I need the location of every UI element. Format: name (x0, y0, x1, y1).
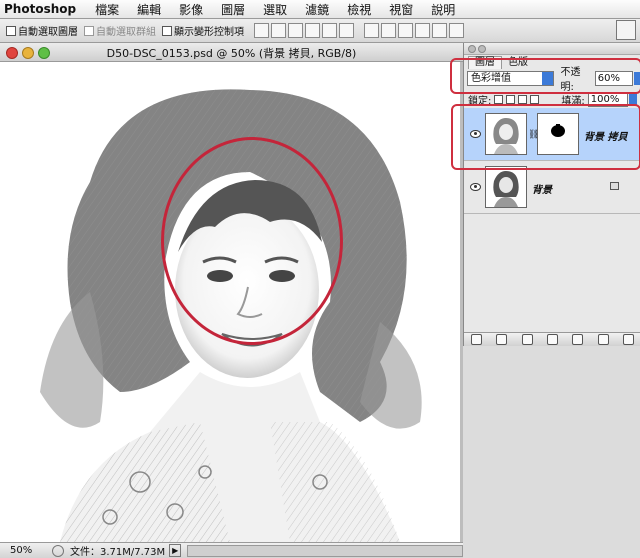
auto-select-group-checkbox[interactable]: 自動選取群組 (84, 23, 156, 38)
palette-well-icon[interactable] (616, 20, 636, 40)
align-left-icon[interactable] (305, 23, 320, 38)
options-bar: 自動選取圖層 自動選取群組 顯示變形控制項 (0, 19, 640, 43)
distribute-left-icon[interactable] (415, 23, 430, 38)
status-info-icon[interactable] (52, 545, 64, 557)
lock-all-icon[interactable] (530, 95, 539, 104)
file-size-info: 文件：3.71M/7.73M (70, 543, 165, 558)
show-transform-label: 顯示變形控制項 (174, 23, 244, 38)
distribute-top-icon[interactable] (364, 23, 379, 38)
layers-panel-footer (464, 332, 640, 346)
menu-file[interactable]: 檔案 (86, 1, 128, 18)
align-vcenter-icon[interactable] (271, 23, 286, 38)
document-title: D50-DSC_0153.psd @ 50% (背景 拷貝, RGB/8) (0, 45, 463, 61)
lock-transparency-icon[interactable] (494, 95, 503, 104)
auto-select-layer-checkbox[interactable]: 自動選取圖層 (6, 23, 78, 38)
layer-thumbnail (485, 166, 527, 208)
status-menu-arrow-icon[interactable]: ▶ (169, 544, 181, 557)
zoom-level[interactable]: 50% (0, 545, 46, 556)
show-transform-checkbox[interactable]: 顯示變形控制項 (162, 23, 244, 38)
new-layer-icon[interactable] (598, 334, 609, 345)
app-menu[interactable]: Photoshop (0, 2, 86, 16)
distribute-hcenter-icon[interactable] (432, 23, 447, 38)
add-mask-icon[interactable] (522, 334, 533, 345)
layer-style-icon[interactable] (496, 334, 507, 345)
menu-filter[interactable]: 濾鏡 (296, 1, 338, 18)
panel-minimize-icon[interactable] (478, 45, 486, 53)
align-top-icon[interactable] (254, 23, 269, 38)
menu-select[interactable]: 選取 (254, 1, 296, 18)
lock-position-icon[interactable] (518, 95, 527, 104)
checkbox-box (162, 26, 172, 36)
panel-close-icon[interactable] (468, 45, 476, 53)
menu-view[interactable]: 檢視 (338, 1, 380, 18)
lock-image-icon[interactable] (506, 95, 515, 104)
align-right-icon[interactable] (339, 23, 354, 38)
auto-select-layer-label: 自動選取圖層 (18, 23, 78, 38)
distribute-right-icon[interactable] (449, 23, 464, 38)
document-title-bar: D50-DSC_0153.psd @ 50% (背景 拷貝, RGB/8) (0, 43, 463, 62)
menu-layer[interactable]: 圖層 (212, 1, 254, 18)
auto-select-group-label: 自動選取群組 (96, 23, 156, 38)
lock-icon (610, 182, 619, 190)
align-hcenter-icon[interactable] (322, 23, 337, 38)
link-layers-icon[interactable] (471, 334, 482, 345)
new-group-icon[interactable] (572, 334, 583, 345)
checkbox-box (6, 26, 16, 36)
menu-bar: Photoshop 檔案 編輯 影像 圖層 選取 濾鏡 檢視 視窗 說明 (0, 0, 640, 19)
blend-opacity-highlight (450, 58, 640, 94)
align-bottom-icon[interactable] (288, 23, 303, 38)
adjustment-layer-icon[interactable] (547, 334, 558, 345)
menu-edit[interactable]: 編輯 (128, 1, 170, 18)
menu-image[interactable]: 影像 (170, 1, 212, 18)
face-highlight-ellipse (161, 137, 343, 345)
horizontal-scrollbar[interactable] (187, 545, 463, 557)
status-bar: 50% 文件：3.71M/7.73M ▶ (0, 542, 463, 558)
menu-window[interactable]: 視窗 (380, 1, 422, 18)
trash-icon[interactable] (623, 334, 634, 345)
checkbox-box (84, 26, 94, 36)
distribute-buttons (362, 23, 464, 38)
distribute-vcenter-icon[interactable] (381, 23, 396, 38)
panel-title-bar (464, 43, 640, 55)
menu-help[interactable]: 說明 (422, 1, 464, 18)
distribute-bottom-icon[interactable] (398, 23, 413, 38)
align-buttons (252, 23, 354, 38)
thumbnail-image (486, 167, 526, 207)
eye-icon[interactable] (470, 183, 481, 191)
layer-name: 背景 (532, 181, 552, 196)
layer-highlight (451, 104, 640, 170)
